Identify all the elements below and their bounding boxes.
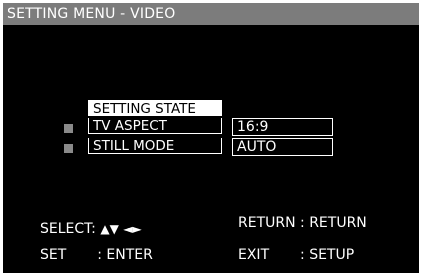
menu-title: SETTING MENU - VIDEO bbox=[7, 6, 176, 22]
bullet-tv-aspect-icon bbox=[64, 124, 73, 133]
osd-screen: SETTING MENU - VIDEO SETTING STATE TV AS… bbox=[3, 3, 419, 273]
return-key: RETURN bbox=[238, 215, 296, 231]
bullet-still-mode-icon bbox=[64, 144, 73, 153]
exit-action: SETUP bbox=[309, 247, 355, 263]
help-exit: EXIT : SETUP bbox=[238, 246, 354, 264]
return-action: RETURN bbox=[309, 215, 367, 231]
down-arrow-icon: ▼ bbox=[109, 222, 119, 236]
help-return: RETURN : RETURN bbox=[238, 214, 367, 232]
setting-state-header[interactable]: SETTING STATE bbox=[88, 100, 222, 117]
menu-item-tv-aspect[interactable]: TV ASPECT bbox=[88, 118, 222, 134]
title-bar: SETTING MENU - VIDEO bbox=[3, 3, 419, 25]
menu-item-still-mode[interactable]: STILL MODE bbox=[88, 138, 222, 154]
set-action: ENTER bbox=[106, 247, 153, 263]
help-set: SET : ENTER bbox=[40, 246, 153, 264]
tv-aspect-value[interactable]: 16:9 bbox=[232, 118, 333, 136]
set-key: SET bbox=[40, 247, 67, 263]
select-label: SELECT: bbox=[40, 221, 96, 237]
up-arrow-icon: ▲ bbox=[100, 222, 110, 236]
left-arrow-icon: ◄ bbox=[123, 222, 133, 236]
right-arrow-icon: ► bbox=[132, 222, 142, 236]
exit-separator: : bbox=[300, 247, 305, 263]
exit-key: EXIT bbox=[238, 247, 270, 263]
return-separator: : bbox=[300, 215, 305, 231]
set-separator: : bbox=[97, 247, 102, 263]
still-mode-value[interactable]: AUTO bbox=[232, 138, 333, 156]
help-select: SELECT: ▲▼ ◄► bbox=[40, 220, 142, 238]
